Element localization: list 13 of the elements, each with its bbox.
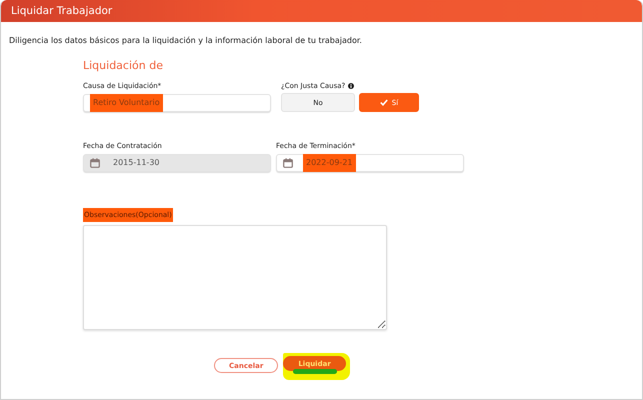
info-icon xyxy=(348,82,354,88)
window-title: Liquidar Trabajador xyxy=(1,0,642,22)
field-value: Retiro Voluntario xyxy=(90,94,163,112)
section-title: Liquidación de xyxy=(83,59,164,72)
intro-text: Diligencia los datos básicos para la liquidación y la información laboral de tu trabajador. xyxy=(9,36,363,45)
field-value: 2015-11-30 xyxy=(112,157,160,169)
calendar-icon xyxy=(283,158,293,168)
check-icon xyxy=(380,99,388,106)
field-value: 2022-09-21 xyxy=(303,154,356,172)
date-field[interactable]: 2022-09-21 xyxy=(276,154,464,172)
select-field[interactable]: Retiro Voluntario xyxy=(83,94,271,112)
calendar-icon xyxy=(90,158,100,168)
notes-textarea[interactable] xyxy=(83,225,387,330)
